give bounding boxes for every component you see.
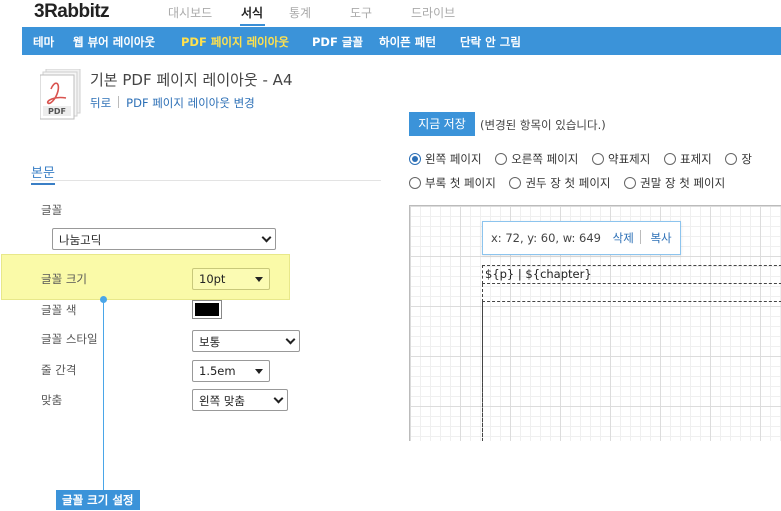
section-divider <box>31 180 381 181</box>
radio-checked-icon[interactable] <box>409 153 421 165</box>
menu-theme[interactable]: 테마 <box>33 34 54 50</box>
radio-appendix-first[interactable]: 부록 첫 페이지 <box>409 175 496 191</box>
change-layout-link[interactable]: PDF 페이지 레이아웃 변경 <box>126 96 255 110</box>
align-label: 맞춤 <box>41 393 63 407</box>
radio-label: 표제지 <box>680 152 712 166</box>
line-spacing-select-value: 1.5em <box>199 364 236 378</box>
radio-left-page[interactable]: 왼쪽 페이지 <box>409 151 482 167</box>
radio-back-chapter-first[interactable]: 권말 장 첫 페이지 <box>624 175 725 191</box>
chevron-down-icon <box>285 334 296 345</box>
line-spacing-label: 줄 간격 <box>41 363 77 377</box>
radio-title-page[interactable]: 표제지 <box>664 151 712 167</box>
menu-web-viewer-layout[interactable]: 웹 뷰어 레이아웃 <box>73 34 155 50</box>
nav-drive[interactable]: 드라이브 <box>411 4 455 21</box>
radio-label: 권말 장 첫 페이지 <box>640 176 726 190</box>
chevron-down-icon <box>261 232 272 243</box>
radio-icon[interactable] <box>509 177 522 189</box>
menu-pdf-page-layout[interactable]: PDF 페이지 레이아웃 <box>181 34 289 50</box>
pdf-icon-label: PDF <box>48 107 66 116</box>
page-layout-canvas[interactable]: x: 72, y: 60, w: 649 삭제 복사 ${p} | ${chap… <box>409 205 781 441</box>
radio-label: 약표제지 <box>608 152 651 166</box>
radio-label: 오른쪽 페이지 <box>511 152 579 166</box>
menu-hyphen-pattern[interactable]: 하이픈 패턴 <box>379 34 436 50</box>
nav-templates[interactable]: 서식 <box>241 4 263 21</box>
tooltip-separator <box>639 230 641 244</box>
align-select[interactable]: 왼쪽 맞춤 <box>192 389 288 411</box>
font-color-label: 글꼴 색 <box>41 303 77 317</box>
pdf-file-icon: PDF <box>40 69 81 120</box>
radio-label: 장 <box>741 152 752 166</box>
font-select-value: 나눔고딕 <box>59 233 102 247</box>
font-style-label: 글꼴 스타일 <box>41 332 98 346</box>
color-fill <box>195 303 219 316</box>
save-status-message: (변경된 항목이 있습니다.) <box>480 118 606 132</box>
font-style-select[interactable]: 보통 <box>192 330 300 352</box>
radio-label: 권두 장 첫 페이지 <box>525 176 611 190</box>
radio-icon[interactable] <box>592 153 605 165</box>
font-style-select-value: 보통 <box>199 335 221 349</box>
app-logo[interactable]: 3Rabbitz <box>34 1 110 23</box>
menu-pdf-font[interactable]: PDF 글꼴 <box>312 34 363 50</box>
radio-front-chapter-first[interactable]: 권두 장 첫 페이지 <box>509 175 610 191</box>
radio-chapter[interactable]: 장 <box>725 151 752 167</box>
nav-tools[interactable]: 도구 <box>350 4 372 21</box>
radio-icon[interactable] <box>495 153 508 165</box>
save-now-button[interactable]: 지금 저장 <box>409 112 475 136</box>
nav-dashboard[interactable]: 대시보드 <box>168 4 212 21</box>
back-link[interactable]: 뒤로 <box>90 96 111 110</box>
page-type-radios-row2: 부록 첫 페이지 권두 장 첫 페이지 권말 장 첫 페이지 <box>409 175 735 191</box>
radio-right-page[interactable]: 오른쪽 페이지 <box>495 151 578 167</box>
callout-dot <box>100 296 107 303</box>
sub-menu-bar: 테마 웹 뷰어 레이아웃 PDF 페이지 레이아웃 PDF 글꼴 하이픈 패턴 … <box>22 27 781 55</box>
top-navigation: 3Rabbitz 대시보드 서식 통계 도구 드라이브 <box>0 0 781 26</box>
radio-icon[interactable] <box>409 177 421 189</box>
font-size-label: 글꼴 크기 <box>41 272 87 286</box>
link-separator <box>118 96 120 108</box>
font-size-select[interactable]: 10pt <box>192 268 270 290</box>
font-select[interactable]: 나눔고딕 <box>52 228 276 250</box>
radio-half-title[interactable]: 약표제지 <box>592 151 650 167</box>
font-label: 글꼴 <box>41 203 63 217</box>
region-coordinates: x: 72, y: 60, w: 649 <box>491 231 601 245</box>
line-spacing-select[interactable]: 1.5em <box>192 360 270 382</box>
font-color-swatch[interactable] <box>192 300 222 319</box>
header-links: 뒤로 PDF 페이지 레이아웃 변경 <box>90 95 255 111</box>
header-region[interactable]: ${p} | ${chapter} <box>482 265 781 284</box>
region-tooltip: x: 72, y: 60, w: 649 삭제 복사 <box>482 221 681 255</box>
align-select-value: 왼쪽 맞춤 <box>199 394 245 408</box>
body-region[interactable] <box>482 301 781 441</box>
font-size-select-value: 10pt <box>199 272 226 286</box>
active-nav-underline <box>240 24 265 26</box>
radio-label: 부록 첫 페이지 <box>425 176 496 190</box>
radio-label: 왼쪽 페이지 <box>425 152 482 166</box>
page-type-radios-row1: 왼쪽 페이지 오른쪽 페이지 약표제지 표제지 장 <box>409 151 762 167</box>
section-title-body[interactable]: 본문 <box>31 162 55 185</box>
chevron-down-icon <box>273 393 284 404</box>
delete-region-link[interactable]: 삭제 <box>613 231 634 245</box>
page-title: 기본 PDF 페이지 레이아웃 - A4 <box>90 71 293 89</box>
menu-inline-image[interactable]: 단락 안 그림 <box>460 34 521 50</box>
radio-icon[interactable] <box>624 177 637 189</box>
caret-down-icon <box>255 369 263 374</box>
callout-line <box>103 300 104 490</box>
caret-down-icon <box>255 277 263 282</box>
callout-label: 글꼴 크기 설정 <box>56 490 140 510</box>
copy-region-link[interactable]: 복사 <box>650 231 671 245</box>
nav-statistics[interactable]: 통계 <box>289 4 311 21</box>
radio-icon[interactable] <box>664 153 676 165</box>
radio-icon[interactable] <box>725 153 738 165</box>
